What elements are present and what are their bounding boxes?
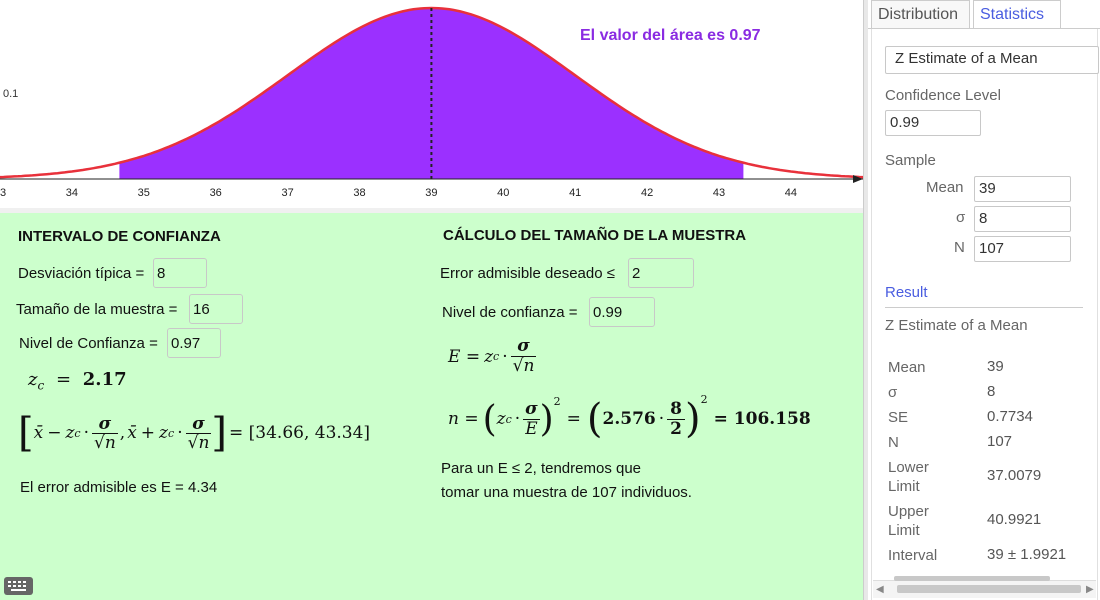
- result-value-4: 37.0079: [987, 467, 1042, 484]
- result-value-2: 0.7734: [987, 408, 1033, 425]
- n-fraction-num: 8: [670, 398, 683, 419]
- keyboard-icon[interactable]: [4, 577, 33, 595]
- x-tick-label-40: 40: [497, 187, 509, 199]
- result-key-5: Upper Limit: [888, 503, 929, 539]
- zc-subscript: c: [37, 378, 45, 393]
- n-fraction-den: 2: [667, 418, 686, 439]
- y-tick-label: 0.1: [3, 88, 19, 100]
- interval-formula: [ x̄ − z c · σ √n , x̄ + z c · σ √n ] = [34.66, …: [18, 410, 371, 456]
- conclusion-line2: tomar una muestra de 107 individuos.: [441, 484, 692, 501]
- n-formula: n = (z c · σ E ) 2 = (2.576 · 8 2 ) 2 = 106.1…: [448, 393, 811, 442]
- result-label: Result: [885, 284, 928, 301]
- area-annotation: El valor del área es 0.97: [580, 27, 761, 44]
- tab-statistics[interactable]: Statistics: [973, 0, 1061, 28]
- result-key-6: Interval: [888, 547, 938, 564]
- zc-value: 2.17: [82, 369, 127, 390]
- result-value-6: 39 ± 1.9921: [987, 546, 1067, 563]
- result-value-1: 8: [987, 383, 996, 400]
- err-label: Error admisible deseado ≤: [440, 265, 615, 282]
- result-key-1: σ: [888, 384, 898, 401]
- conf-input[interactable]: 0.97: [167, 328, 221, 358]
- sample-sigma-input[interactable]: 8: [974, 206, 1071, 232]
- confidence-level-input[interactable]: 0.99: [885, 110, 981, 136]
- sample-sigma-label: σ: [956, 209, 966, 226]
- x-tick-label-41: 41: [569, 187, 581, 199]
- result-key-0: Mean: [888, 359, 926, 376]
- x-tick-label-35: 35: [138, 187, 150, 199]
- graphics-view[interactable]: 33 34 35 36 37 38 39 40 41 42 43 44 0.1 El valor de…: [0, 0, 867, 208]
- size-heading: CÁLCULO DEL TAMAÑO DE LA MUESTRA: [443, 227, 747, 244]
- x-tick-label-42: 42: [641, 187, 653, 199]
- n-input[interactable]: 16: [189, 294, 243, 324]
- n-z-value: 2.576: [602, 409, 656, 429]
- conclusion-line1: Para un E ≤ 2, tendremos que: [441, 460, 642, 477]
- result-key-3: N: [888, 434, 899, 451]
- tab-distribution[interactable]: Distribution: [871, 0, 970, 28]
- sample-mean-input[interactable]: 39: [974, 176, 1071, 202]
- sample-n-input[interactable]: 107: [974, 236, 1071, 262]
- result-key-4: Lower Limit: [888, 459, 929, 495]
- zc-equals: =: [55, 369, 72, 390]
- interval-result: = [34.66, 43.34]: [229, 423, 371, 443]
- n-label: Tamaño de la muestra =: [16, 301, 178, 318]
- x-tick-label-33: 33: [0, 187, 6, 199]
- n-lhs: n =: [448, 409, 479, 429]
- zc-formula: zc = 2.17: [28, 369, 127, 393]
- interval-heading: INTERVALO DE CONFIANZA: [18, 228, 221, 245]
- x-ticks: 33 34 35 36 37 38 39 40 41 42 43 44: [0, 187, 797, 199]
- scroll-left-icon[interactable]: ◀: [876, 584, 884, 595]
- sample-mean-label: Mean: [926, 179, 964, 196]
- x-tick-label-36: 36: [210, 187, 222, 199]
- sd-label: Desviación típica =: [18, 265, 145, 282]
- x-tick-label-44: 44: [785, 187, 797, 199]
- n-result: = 106.158: [713, 409, 811, 429]
- x-tick-label-37: 37: [281, 187, 293, 199]
- x-tick-label-39: 39: [425, 187, 437, 199]
- sample-n-label: N: [954, 239, 965, 256]
- procedure-dropdown[interactable]: Z Estimate of a Mean: [885, 46, 1099, 74]
- sample-label: Sample: [885, 152, 936, 169]
- conf-label: Nivel de Confianza =: [19, 335, 158, 352]
- horizontal-scrollbar[interactable]: ◀ ▶: [873, 580, 1096, 598]
- E-formula: E = z c · σ √n: [448, 336, 537, 376]
- size-conf-label: Nivel de confianza =: [442, 304, 578, 321]
- err-input[interactable]: 2: [628, 258, 694, 288]
- x-tick-label-43: 43: [713, 187, 725, 199]
- result-title: Z Estimate of a Mean: [885, 317, 1028, 334]
- scroll-right-icon[interactable]: ▶: [1086, 584, 1094, 595]
- sd-input[interactable]: 8: [153, 258, 207, 288]
- x-tick-label-34: 34: [66, 187, 78, 199]
- top-scroll-thumb: [894, 576, 1050, 581]
- error-text: El error admisible es E = 4.34: [20, 479, 218, 496]
- E-lhs: E =: [448, 346, 481, 367]
- scroll-thumb[interactable]: [897, 585, 1081, 593]
- confidence-level-label: Confidence Level: [885, 87, 1001, 104]
- applet-panel: INTERVALO DE CONFIANZA Desviación típica…: [0, 213, 863, 600]
- size-conf-input[interactable]: 0.99: [589, 297, 655, 327]
- x-tick-label-38: 38: [353, 187, 365, 199]
- probability-panel: Distribution Statistics Z Estimate of a …: [868, 0, 1100, 600]
- result-divider: [885, 307, 1083, 308]
- result-key-2: SE: [888, 409, 909, 426]
- result-value-0: 39: [987, 358, 1004, 375]
- result-value-5: 40.9921: [987, 511, 1042, 528]
- result-value-3: 107: [987, 433, 1013, 450]
